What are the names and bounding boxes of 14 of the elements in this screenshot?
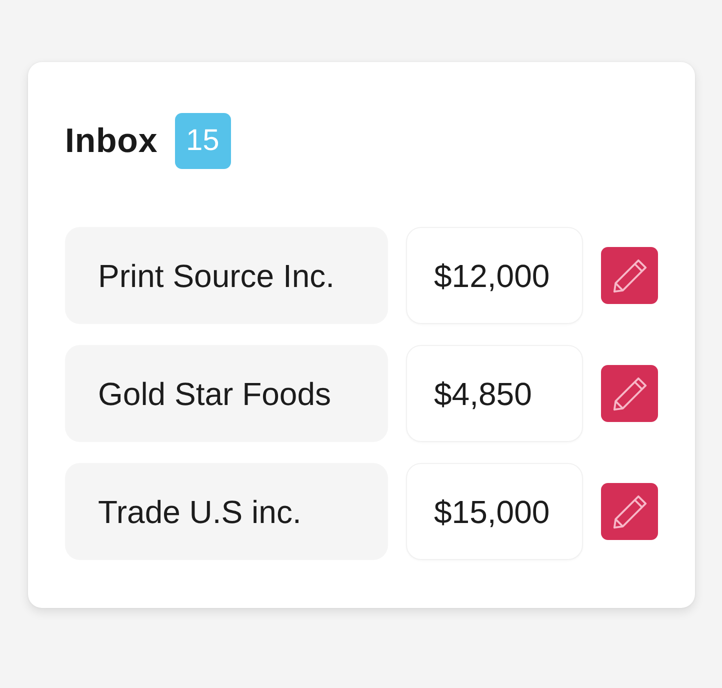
edit-button[interactable] — [601, 247, 658, 304]
pencil-icon — [612, 258, 648, 294]
amount: $12,000 — [406, 227, 583, 324]
company-name: Trade U.S inc. — [65, 463, 388, 560]
edit-button[interactable] — [601, 365, 658, 422]
amount: $4,850 — [406, 345, 583, 442]
inbox-count-badge: 15 — [174, 113, 231, 169]
company-name: Print Source Inc. — [65, 227, 388, 324]
pencil-icon — [612, 376, 648, 412]
company-name: Gold Star Foods — [65, 345, 388, 442]
amount: $15,000 — [406, 463, 583, 560]
inbox-title: Inbox — [65, 124, 158, 158]
pencil-icon — [612, 494, 648, 530]
edit-button[interactable] — [601, 483, 658, 540]
